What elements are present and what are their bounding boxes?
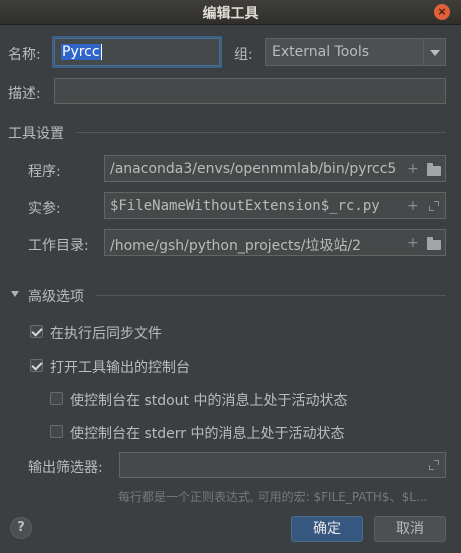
stdout-active-label[interactable]: 使控制台在 stdout 中的消息上处于活动状态 [70,390,348,410]
help-icon[interactable]: ? [10,517,32,539]
expand-icon[interactable] [429,460,439,470]
arguments-label: 实参: [28,201,61,217]
description-label: 描述: [8,86,41,102]
name-input[interactable]: Pyrcc [54,38,220,66]
open-console-checkbox[interactable] [30,359,43,372]
stdout-active-checkbox[interactable] [50,392,63,405]
workdir-value: /home/gsh/python_projects/垃圾站/2 [110,238,362,254]
group-value: External Tools [272,44,370,60]
arguments-input[interactable]: $FileNameWithoutExtension$_rc.py + [104,192,446,219]
sync-files-checkbox[interactable] [30,325,43,338]
name-label: 名称: [8,47,41,63]
stderr-active-label[interactable]: 使控制台在 stderr 中的消息上处于活动状态 [70,423,344,443]
program-value: /anaconda3/envs/openmmlab/bin/pyrcc5 [110,161,397,177]
ok-button[interactable]: 确定 [291,516,363,542]
cancel-button[interactable]: 取消 [374,516,446,542]
description-input[interactable] [54,78,446,104]
output-filter-input[interactable] [119,452,446,478]
text-caret [100,44,102,60]
workdir-label: 工作目录: [28,238,89,254]
collapse-triangle-icon[interactable] [11,291,19,297]
tool-settings-heading: 工具设置 [8,126,64,142]
title-bar: 编辑工具 × [0,0,461,25]
close-icon[interactable]: × [434,4,450,20]
workdir-input[interactable]: /home/gsh/python_projects/垃圾站/2 + [104,229,446,256]
sync-files-label[interactable]: 在执行后同步文件 [50,323,162,343]
insert-macro-plus-icon[interactable]: + [407,236,419,250]
section-divider [76,132,446,133]
dialog-title: 编辑工具 [202,6,259,22]
output-filter-hint: 每行都是一个正则表达式, 可用的宏: $FILE_PATH$、$L... [118,490,428,504]
folder-icon[interactable] [427,237,441,250]
program-label: 程序: [28,164,61,180]
output-filter-label: 输出筛选器: [28,460,103,476]
chevron-down-icon[interactable] [423,39,445,65]
stderr-active-checkbox[interactable] [50,425,63,438]
expand-icon[interactable] [429,201,439,211]
advanced-options-heading[interactable]: 高级选项 [28,286,84,306]
section-divider [96,295,446,296]
insert-macro-plus-icon[interactable]: + [407,162,419,176]
open-console-label[interactable]: 打开工具输出的控制台 [50,357,190,377]
program-input[interactable]: /anaconda3/envs/openmmlab/bin/pyrcc5 + [104,155,446,182]
name-value: Pyrcc [61,44,101,60]
folder-icon[interactable] [427,163,441,176]
group-combobox[interactable]: External Tools [265,38,446,66]
group-label: 组: [234,47,253,63]
insert-macro-plus-icon[interactable]: + [407,199,419,213]
arguments-value: $FileNameWithoutExtension$_rc.py [110,198,380,214]
